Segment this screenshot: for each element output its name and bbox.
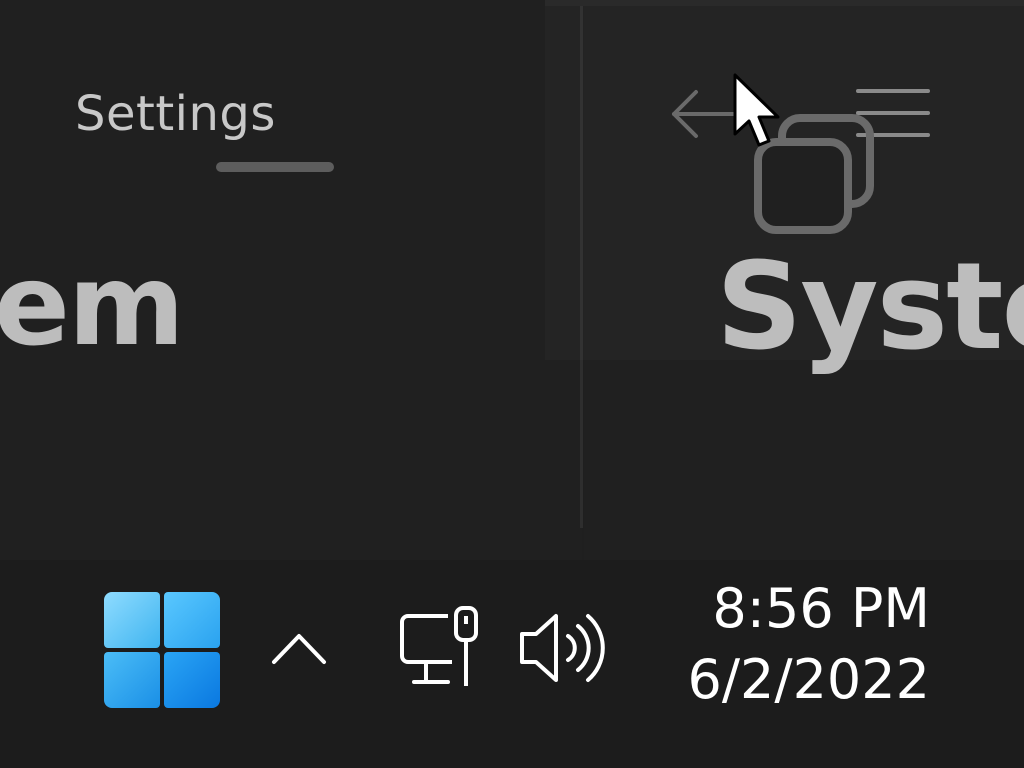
- mouse-cursor-icon: [733, 73, 780, 147]
- windows-logo-tile: [164, 652, 220, 708]
- windows-logo-tile: [104, 652, 160, 708]
- window-top-edge: [545, 0, 1024, 6]
- desktop-screen: Settings em Syste: [0, 0, 1024, 768]
- settings-app-title: Settings: [75, 86, 276, 142]
- taskbar-clock[interactable]: 8:56 PM 6/2/2022: [660, 578, 930, 720]
- page-heading-right: Syste: [716, 238, 1024, 377]
- windows-logo-tile: [164, 592, 220, 648]
- page-heading-left: em: [0, 241, 185, 371]
- speaker-volume-icon[interactable]: [516, 608, 606, 688]
- clock-time: 8:56 PM: [712, 577, 930, 640]
- start-button[interactable]: [104, 592, 222, 710]
- back-arrow-icon[interactable]: [668, 86, 738, 142]
- chevron-up-icon[interactable]: [270, 628, 328, 668]
- ethernet-network-icon[interactable]: [396, 604, 482, 690]
- clock-date: 6/2/2022: [687, 648, 930, 711]
- title-underline: [216, 162, 334, 172]
- settings-window-left: Settings em: [0, 0, 582, 560]
- windows-logo-icon: [104, 592, 160, 648]
